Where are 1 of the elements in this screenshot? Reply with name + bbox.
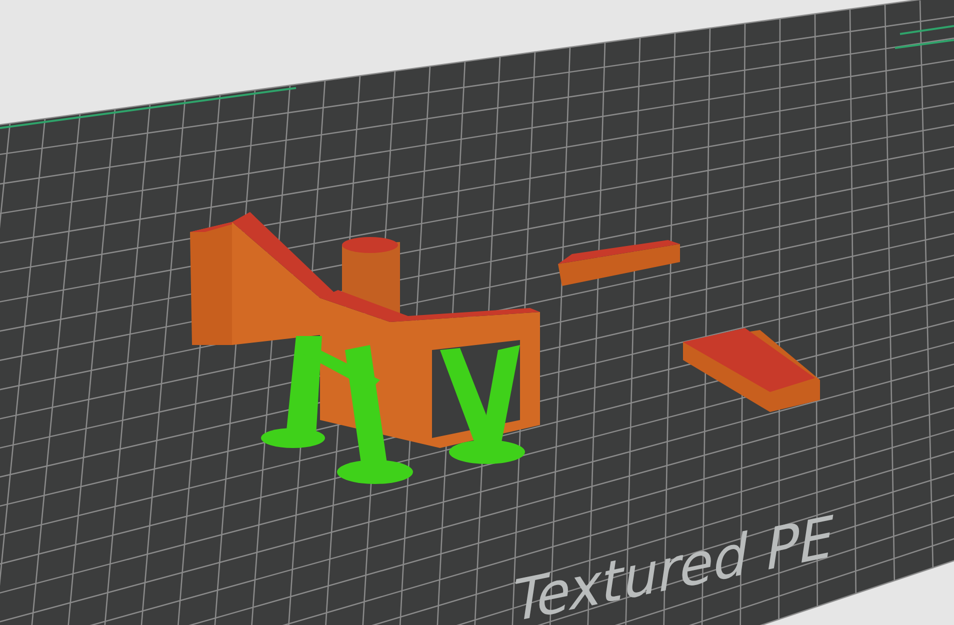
bed-label: Textured PE bbox=[508, 502, 840, 625]
